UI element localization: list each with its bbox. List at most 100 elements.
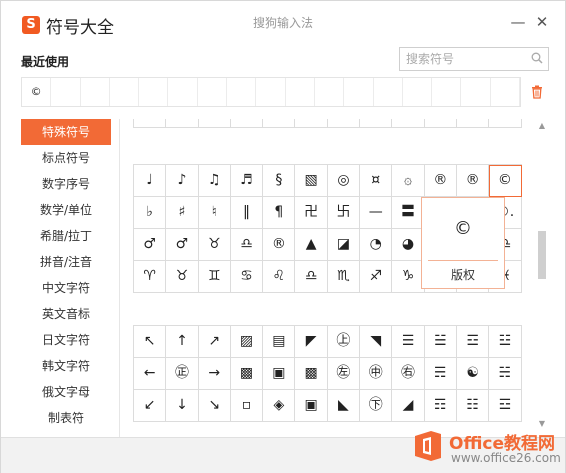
recent-symbol-cell[interactable]: © [22,78,52,106]
symbol-cell[interactable]: ¶ [263,197,296,229]
symbol-cell[interactable]: ♑ [392,261,425,293]
symbol-cell[interactable]: ▧ [295,165,328,197]
symbol-cell[interactable]: ↑ [166,326,199,358]
symbol-cell[interactable]: ♎ [295,261,328,293]
recent-symbol-cell[interactable] [432,78,462,106]
search-box[interactable] [399,47,549,71]
symbol-cell[interactable]: ☶ [424,390,457,422]
symbol-cell[interactable]: ♮ [198,197,231,229]
recent-symbol-cell[interactable] [51,78,81,106]
symbol-cell[interactable]: ♭ [134,197,167,229]
sidebar-item-11[interactable]: 制表符 [21,405,111,431]
symbol-cell[interactable]: ◕ [392,229,425,261]
symbol-cell[interactable]: ♉ [198,229,231,261]
search-icon[interactable] [531,52,543,64]
symbol-cell[interactable]: ◪ [327,229,361,261]
recent-symbol-cell[interactable] [168,78,198,106]
symbol-cell[interactable]: ♯ [166,197,199,229]
symbol-cell[interactable]: ㊦ [360,390,393,422]
symbol-cell[interactable] [456,119,490,128]
symbol-cell[interactable]: ¤ [360,165,393,197]
symbol-cell[interactable]: ☵ [489,358,522,390]
symbol-cell[interactable]: ← [134,358,167,390]
symbol-cell[interactable]: 卐 [327,197,361,229]
symbol-cell[interactable]: ◤ [295,326,328,358]
trash-icon[interactable] [531,85,543,99]
symbol-cell[interactable] [166,119,199,128]
symbol-cell[interactable]: ◎ [327,165,361,197]
symbol-cell[interactable]: ▩ [295,358,328,390]
symbol-cell[interactable] [263,119,296,128]
sidebar-item-3[interactable]: 数学/单位 [21,197,111,223]
symbol-cell[interactable]: ® [263,229,296,261]
symbol-cell[interactable]: ♉ [166,261,199,293]
symbol-cell[interactable] [424,119,457,128]
symbol-cell[interactable]: ㊧ [327,358,361,390]
symbol-cell[interactable]: ☲ [489,390,522,422]
symbol-cell[interactable]: ♐ [360,261,393,293]
sidebar-item-10[interactable]: 俄文字母 [21,379,111,405]
symbol-cell[interactable]: § [263,165,296,197]
symbol-cell[interactable] [230,119,264,128]
symbol-cell[interactable]: ♫ [198,165,231,197]
symbol-cell[interactable] [198,119,231,128]
symbol-cell[interactable]: ♈ [134,261,167,293]
search-input[interactable] [400,48,520,70]
sidebar-item-4[interactable]: 希腊/拉丁 [21,223,111,249]
symbol-cell[interactable]: ◈ [263,390,296,422]
symbol-cell[interactable]: ® [456,165,490,197]
sidebar-item-7[interactable]: 英文音标 [21,301,111,327]
symbol-cell[interactable]: ㊤ [327,326,361,358]
symbol-cell[interactable]: ♌ [263,261,296,293]
recent-symbol-cell[interactable] [139,78,169,106]
symbol-cell[interactable]: ® [424,165,457,197]
symbol-cell[interactable]: ۞ [392,165,425,197]
sidebar-item-1[interactable]: 标点符号 [21,145,111,171]
symbol-cell[interactable] [489,119,522,128]
symbol-cell[interactable]: ☳ [489,326,522,358]
close-button[interactable]: ✕ [533,13,551,31]
symbol-cell[interactable]: ㊣ [166,358,199,390]
symbol-cell[interactable] [360,119,393,128]
recent-symbol-cell[interactable] [256,78,286,106]
symbol-cell[interactable]: ▣ [295,390,328,422]
symbol-cell[interactable]: © [489,165,522,197]
symbol-cell[interactable]: ▩ [230,358,264,390]
symbol-cell[interactable]: — [360,197,393,229]
symbol-cell[interactable]: ▨ [230,326,264,358]
recent-symbol-cell[interactable] [403,78,433,106]
symbol-cell[interactable]: ☰ [392,326,425,358]
symbol-cell[interactable]: ☯ [456,358,490,390]
symbol-cell[interactable]: ♩ [134,165,167,197]
symbol-cell[interactable] [295,119,328,128]
recent-symbol-cell[interactable] [198,78,228,106]
recent-symbol-cell[interactable] [461,78,491,106]
symbol-cell[interactable]: ♬ [230,165,264,197]
scrollbar[interactable]: ▲ ▼ [537,119,547,437]
symbol-cell[interactable]: ♪ [166,165,199,197]
symbol-cell[interactable]: ♂ [134,229,167,261]
recent-symbol-cell[interactable] [344,78,374,106]
recent-symbol-cell[interactable] [315,78,345,106]
symbol-cell[interactable]: ♏ [327,261,361,293]
symbol-cell[interactable]: ♂ [166,229,199,261]
symbol-cell[interactable]: ▣ [263,358,296,390]
recent-symbol-cell[interactable] [110,78,140,106]
symbol-cell[interactable]: ◔ [360,229,393,261]
symbol-cell[interactable]: ♋ [230,261,264,293]
symbol-cell[interactable]: 卍 [295,197,328,229]
symbol-cell[interactable]: ☱ [424,326,457,358]
sidebar-item-5[interactable]: 拼音/注音 [21,249,111,275]
sidebar-item-8[interactable]: 日文字符 [21,327,111,353]
symbol-cell[interactable]: ↘ [198,390,231,422]
symbol-cell[interactable]: ↙ [134,390,167,422]
recent-symbol-cell[interactable] [491,78,521,106]
symbol-cell[interactable]: ◣ [327,390,361,422]
symbol-cell[interactable]: → [198,358,231,390]
symbol-cell[interactable]: ‖ [230,197,264,229]
sidebar-item-0[interactable]: 特殊符号 [21,119,111,145]
symbol-cell[interactable]: ↗ [198,326,231,358]
recent-symbol-cell[interactable] [81,78,110,106]
symbol-cell[interactable]: ㊥ [360,358,393,390]
symbol-cell[interactable] [134,119,167,128]
